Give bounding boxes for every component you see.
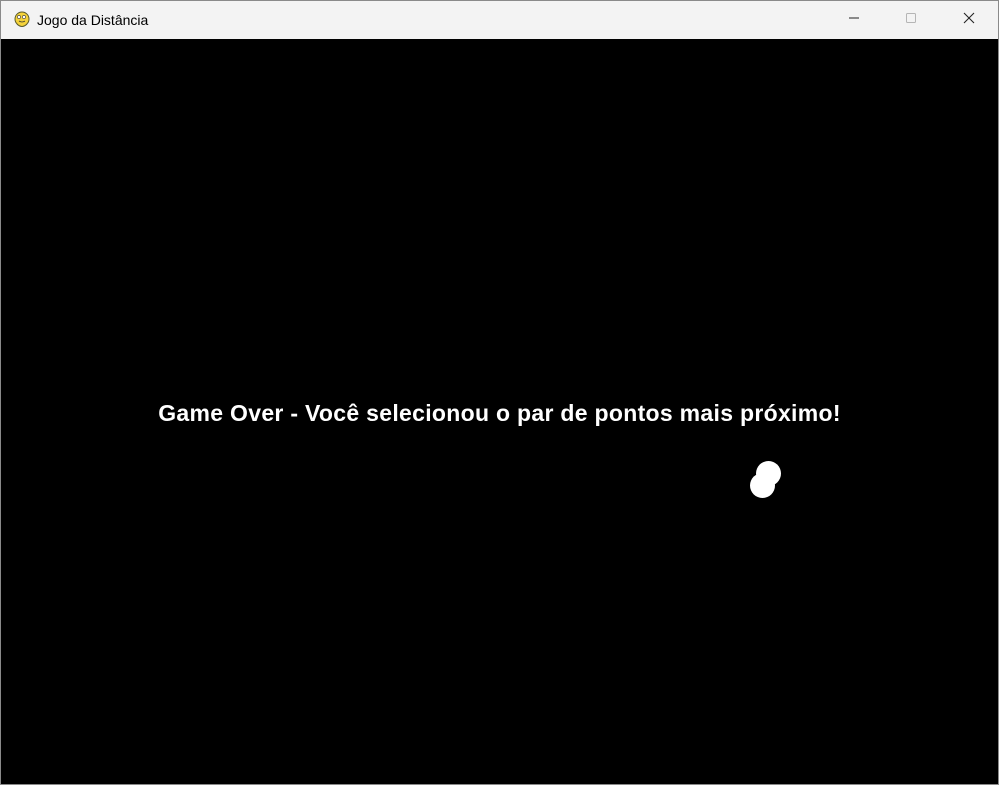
pygame-snake-icon	[12, 10, 31, 29]
minimize-button[interactable]	[831, 1, 877, 39]
maximize-icon	[905, 11, 917, 29]
close-icon	[963, 11, 975, 29]
title-bar[interactable]: Jogo da Distância	[1, 1, 998, 39]
game-canvas[interactable]: Game Over - Você selecionou o par de pon…	[1, 39, 998, 784]
minimize-icon	[848, 11, 860, 29]
maximize-button[interactable]	[888, 1, 934, 39]
point-b[interactable]	[750, 473, 775, 498]
app-window: Jogo da Distância Game Over - Você selec…	[0, 0, 999, 785]
window-title: Jogo da Distância	[37, 12, 149, 28]
close-button[interactable]	[946, 1, 992, 39]
game-over-message: Game Over - Você selecionou o par de pon…	[158, 400, 841, 426]
